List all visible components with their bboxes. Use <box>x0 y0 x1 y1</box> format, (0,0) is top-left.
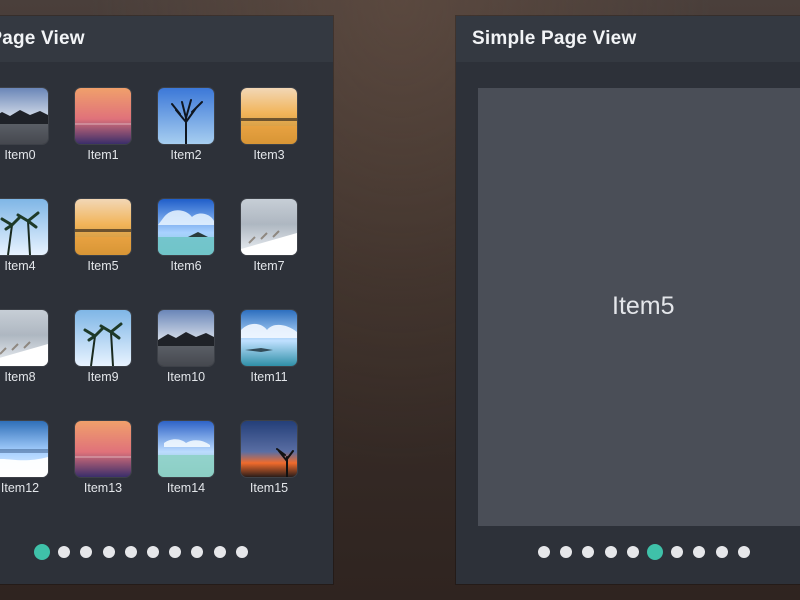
item-label: Item7 <box>253 259 285 273</box>
grid-item[interactable]: Item15 <box>233 421 305 513</box>
grid-item[interactable]: Item2 <box>150 88 222 180</box>
thumbnail <box>75 199 131 255</box>
item-label: Item14 <box>166 481 206 495</box>
thumbnail <box>158 421 214 477</box>
grid-item[interactable]: Item14 <box>150 421 222 513</box>
grid-item[interactable]: Item10 <box>150 310 222 402</box>
thumbnail <box>75 88 131 144</box>
pagination-dot[interactable] <box>604 546 617 558</box>
item-label: Item15 <box>249 481 289 495</box>
thumbnail <box>0 88 48 144</box>
item-label: Item8 <box>4 370 36 384</box>
grid-item[interactable]: Item12 <box>0 421 56 513</box>
item-label: Item4 <box>4 259 36 273</box>
pagination-dot[interactable] <box>235 546 248 558</box>
pagination-dots <box>456 544 800 560</box>
pagination-dot[interactable] <box>147 546 159 558</box>
panel-header: Grid Page View <box>0 16 333 62</box>
pagination-dot[interactable] <box>191 546 204 558</box>
item-label: Item1 <box>87 148 119 162</box>
grid-item[interactable]: Item4 <box>0 199 56 291</box>
item-label: Item5 <box>87 259 119 273</box>
thumbnail <box>241 421 297 477</box>
item-label: Item0 <box>4 148 36 162</box>
item-label: Item10 <box>166 370 206 384</box>
thumbnail <box>75 310 131 366</box>
pagination-dot-active[interactable] <box>647 544 663 560</box>
pagination-dot[interactable] <box>213 546 226 558</box>
item-label: Item11 <box>250 370 288 384</box>
pagination-dot[interactable] <box>58 546 71 558</box>
item-label: Item2 <box>170 148 202 162</box>
pagination-dot[interactable] <box>626 546 639 558</box>
thumbnail <box>158 88 214 144</box>
panel-header: Simple Page View <box>456 16 800 62</box>
pagination-dot-active[interactable] <box>34 544 50 560</box>
item-label: Item12 <box>0 481 40 495</box>
panel-title: Grid Page View <box>0 28 85 49</box>
pagination-dot[interactable] <box>124 546 137 558</box>
item-label: Item6 <box>170 259 202 273</box>
thumbnail <box>241 310 297 366</box>
grid-item[interactable]: Item13 <box>67 421 139 513</box>
item-label: Item9 <box>87 370 119 384</box>
thumbnail <box>0 421 48 477</box>
pagination-dots <box>0 544 333 560</box>
grid-item[interactable]: Item11 <box>233 310 305 402</box>
grid-item[interactable]: Item3 <box>233 88 305 180</box>
thumbnail <box>75 421 131 477</box>
grid-item[interactable]: Item1 <box>67 88 139 180</box>
thumbnail <box>0 199 48 255</box>
pagination-dot[interactable] <box>102 546 115 558</box>
current-page[interactable]: Item5 <box>478 88 800 526</box>
pagination-dot[interactable] <box>80 546 93 558</box>
grid-item[interactable]: Item8 <box>0 310 56 402</box>
pagination-dot[interactable] <box>693 546 706 558</box>
thumbnail <box>241 199 297 255</box>
grid-item[interactable]: Item9 <box>67 310 139 402</box>
thumbnail <box>241 88 297 144</box>
grid-page-view-panel: Grid Page View Item0 Item1 Item2 Item3 Item4… <box>0 16 333 584</box>
grid-item[interactable]: Item0 <box>0 88 56 180</box>
pagination-dot[interactable] <box>671 546 684 558</box>
item-label: Item3 <box>253 148 285 162</box>
simple-page-view-panel: Simple Page View Item5 <box>456 16 800 584</box>
grid-item[interactable]: Item7 <box>233 199 305 291</box>
thumbnail <box>158 310 214 366</box>
pagination-dot[interactable] <box>169 546 182 558</box>
thumbnail <box>0 310 48 366</box>
item-label: Item13 <box>83 481 123 495</box>
pagination-dot[interactable] <box>715 546 728 558</box>
thumbnail <box>158 199 214 255</box>
panel-title: Simple Page View <box>472 28 637 49</box>
pagination-dot[interactable] <box>538 546 550 558</box>
current-page-label: Item5 <box>612 292 675 320</box>
grid-item[interactable]: Item6 <box>150 199 222 291</box>
pagination-dot[interactable] <box>737 546 750 558</box>
thumbnail-grid: Item0 Item1 Item2 Item3 Item4 Item5 Item6 Item7… <box>0 88 333 508</box>
grid-item[interactable]: Item5 <box>67 199 139 291</box>
pagination-dot[interactable] <box>582 546 595 558</box>
pagination-dot[interactable] <box>560 546 573 558</box>
